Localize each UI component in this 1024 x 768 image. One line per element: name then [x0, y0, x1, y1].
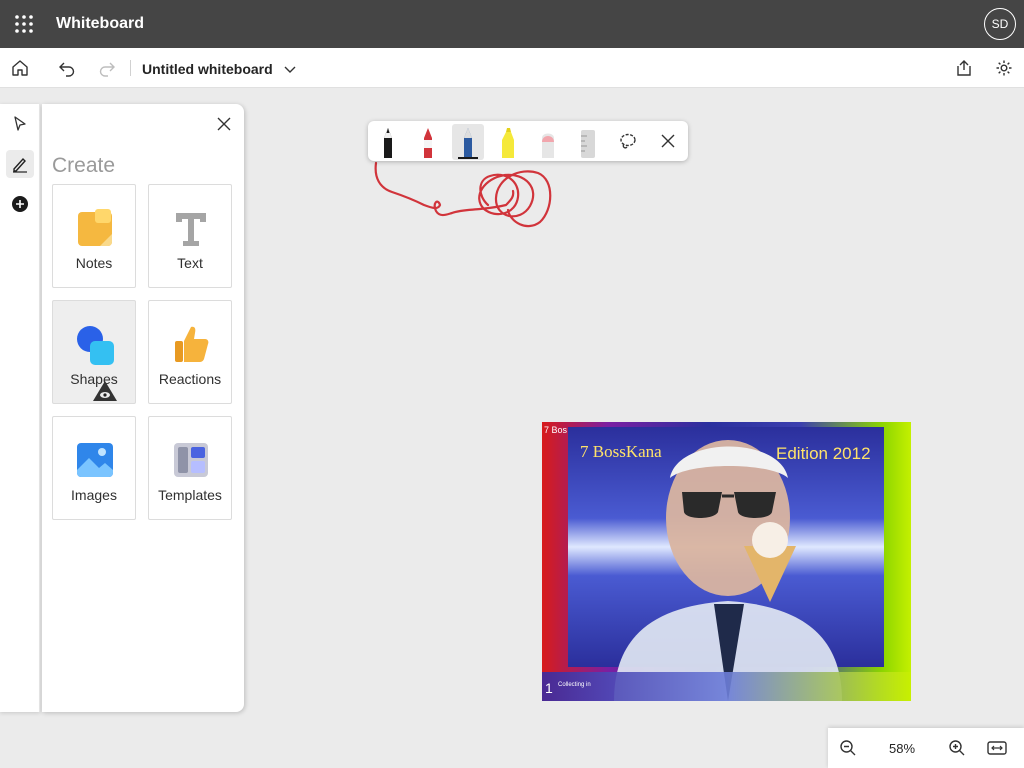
pasted-image-bottom-strip: [542, 672, 911, 701]
pasted-image-number: 1: [545, 680, 553, 696]
lasso-icon[interactable]: [614, 127, 642, 155]
zoom-out-icon[interactable]: [834, 734, 862, 762]
pasted-image-status: Collecting in: [558, 682, 591, 688]
zoom-bar: 58%: [828, 728, 1024, 768]
close-icon[interactable]: [654, 127, 682, 155]
ink-toolbar: [368, 121, 688, 161]
ink-stroke-red[interactable]: [478, 170, 552, 228]
ink-stroke-red[interactable]: [374, 161, 515, 217]
eraser-icon[interactable]: [532, 124, 564, 160]
black-pen-icon[interactable]: [372, 124, 404, 160]
zoom-in-icon[interactable]: [943, 734, 971, 762]
highlighter-icon[interactable]: [492, 124, 524, 160]
blue-pen-icon[interactable]: [452, 124, 484, 160]
ruler-icon[interactable]: [572, 124, 604, 160]
person-photo: [614, 440, 842, 701]
fit-to-screen-icon[interactable]: [983, 734, 1011, 762]
zoom-level[interactable]: 58%: [888, 741, 916, 756]
pasted-image-corner-text: 7 Bos: [544, 425, 568, 435]
red-pen-icon[interactable]: [412, 124, 444, 160]
pasted-image[interactable]: 7 Bos 7 BossKana Edition 2012 1 Collecti…: [542, 422, 911, 701]
